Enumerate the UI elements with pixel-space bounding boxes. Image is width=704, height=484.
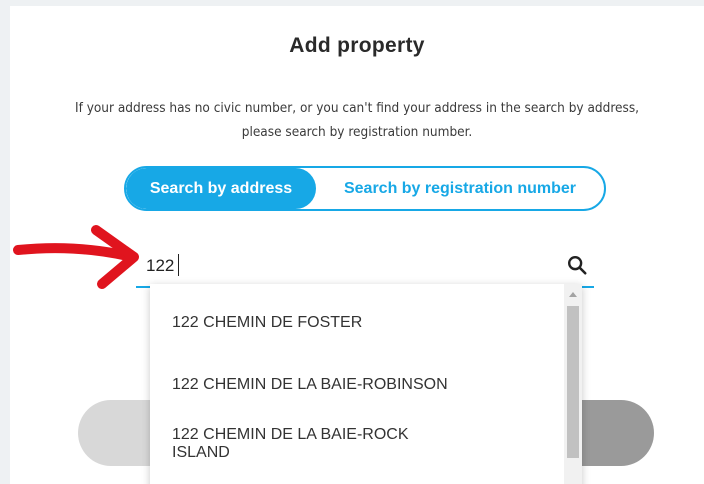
search-icon[interactable] — [566, 254, 588, 276]
instructions-line-2: please search by registration number. — [241, 124, 473, 140]
instructions-text: If your address has no civic number, or … — [10, 96, 704, 144]
tab-search-by-address[interactable]: Search by address — [126, 168, 316, 209]
tab-search-by-registration[interactable]: Search by registration number — [316, 168, 604, 209]
page-title: Add property — [289, 34, 425, 57]
instructions-line-1: If your address has no civic number, or … — [74, 100, 640, 116]
address-search-input[interactable] — [146, 252, 526, 280]
dropdown-scrollbar[interactable] — [564, 284, 582, 484]
suggestion-item[interactable]: 122 CHEMIN DE FOSTER — [150, 314, 560, 332]
scroll-thumb[interactable] — [567, 306, 579, 458]
address-suggestions-dropdown: 122 CHEMIN DE FOSTER 122 CHEMIN DE LA BA… — [150, 284, 582, 484]
search-mode-toggle: Search by address Search by registration… — [124, 166, 606, 211]
suggestion-item[interactable]: 122 CHEMIN DE LA BAIE-ROCK ISLAND — [150, 426, 560, 462]
suggestion-item[interactable]: 122 CHEMIN DE LA BAIE-ROBINSON — [150, 376, 560, 394]
text-cursor — [178, 254, 179, 276]
address-search-field — [136, 244, 594, 288]
scroll-up-icon[interactable] — [569, 292, 577, 297]
red-arrow-icon — [13, 225, 139, 289]
